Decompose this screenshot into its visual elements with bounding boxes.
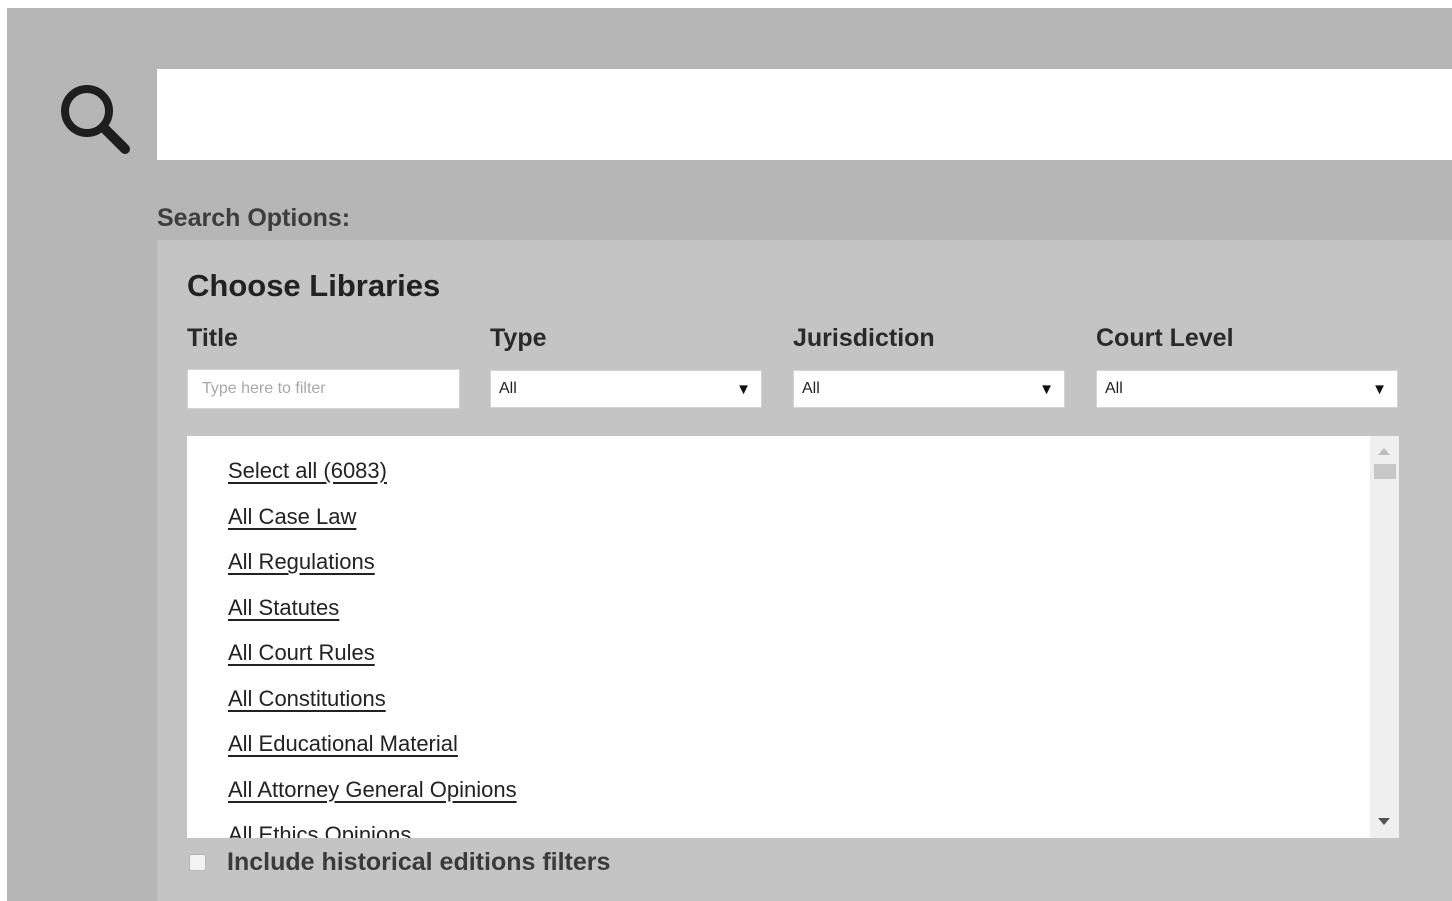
library-item-attorney-general-opinions[interactable]: All Attorney General Opinions: [228, 777, 517, 823]
search-page: Search Options: Choose Libraries Title T…: [7, 8, 1452, 901]
library-item-court-rules[interactable]: All Court Rules: [228, 640, 517, 686]
choose-libraries-panel: Choose Libraries Title Type Jurisdiction…: [157, 240, 1452, 901]
scroll-up-arrow-icon[interactable]: [1378, 448, 1390, 455]
jurisdiction-filter-label: Jurisdiction: [793, 324, 935, 352]
search-options-label: Search Options:: [157, 204, 351, 232]
library-list-box[interactable]: Select all (6083) All Case Law All Regul…: [187, 436, 1399, 838]
type-select-value: All: [499, 380, 517, 397]
court-level-select-value: All: [1105, 380, 1123, 397]
library-item-statutes[interactable]: All Statutes: [228, 595, 517, 641]
library-list: Select all (6083) All Case Law All Regul…: [228, 458, 517, 838]
list-scrollbar[interactable]: [1370, 436, 1399, 838]
library-item-regulations[interactable]: All Regulations: [228, 549, 517, 595]
jurisdiction-select[interactable]: All ▼: [793, 370, 1065, 408]
panel-title: Choose Libraries: [187, 268, 441, 303]
chevron-down-icon: ▼: [736, 381, 751, 398]
court-level-select[interactable]: All ▼: [1096, 370, 1398, 408]
historical-editions-checkbox[interactable]: [189, 854, 206, 871]
library-item-case-law[interactable]: All Case Law: [228, 504, 517, 550]
chevron-down-icon: ▼: [1039, 381, 1054, 398]
search-input[interactable]: [157, 69, 1452, 160]
library-item-select-all[interactable]: Select all (6083): [228, 458, 517, 504]
chevron-down-icon: ▼: [1372, 381, 1387, 398]
scrollbar-thumb[interactable]: [1374, 464, 1396, 479]
scroll-down-arrow-icon[interactable]: [1378, 818, 1390, 825]
court-level-filter-label: Court Level: [1096, 324, 1234, 352]
historical-editions-label[interactable]: Include historical editions filters: [227, 848, 610, 877]
title-filter-label: Title: [187, 324, 238, 352]
library-item-constitutions[interactable]: All Constitutions: [228, 686, 517, 732]
type-select[interactable]: All ▼: [490, 370, 762, 408]
library-item-ethics-opinions[interactable]: All Ethics Opinions: [228, 822, 517, 838]
type-filter-label: Type: [490, 324, 547, 352]
jurisdiction-select-value: All: [802, 380, 820, 397]
title-filter-input[interactable]: [187, 369, 460, 409]
search-icon[interactable]: [54, 80, 144, 170]
library-item-educational-material[interactable]: All Educational Material: [228, 731, 517, 777]
